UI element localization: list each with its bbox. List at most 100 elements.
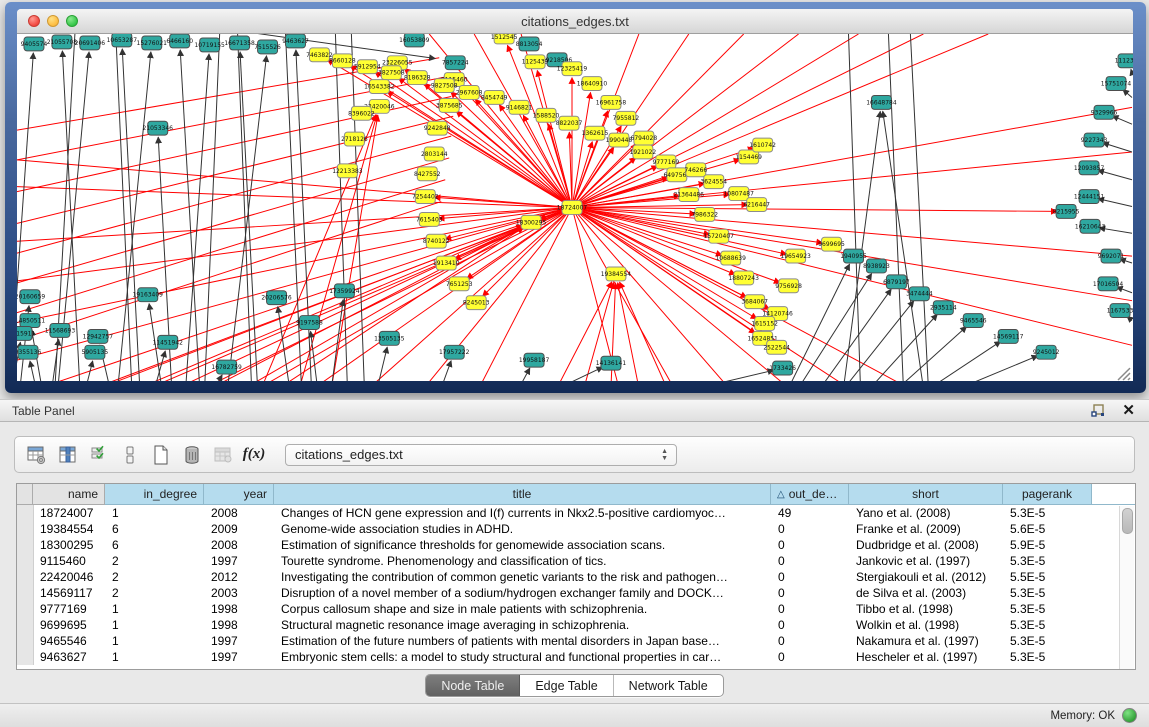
table-cell[interactable]: 2 (106, 554, 205, 568)
graph-node[interactable]: 16053809 (399, 34, 430, 47)
table-cell[interactable]: Estimation of the future numbers of pati… (275, 634, 772, 648)
table-row[interactable]: 1872400712008Changes of HCN gene express… (17, 505, 1135, 521)
graph-node[interactable]: 6879197 (883, 275, 910, 289)
graph-node[interactable]: 11568693 (45, 323, 76, 337)
table-cell[interactable]: 1 (106, 634, 205, 648)
table-cell[interactable]: 5.3E-5 (1004, 554, 1093, 568)
graph-node[interactable]: 10653287 (107, 34, 138, 47)
graph-node[interactable]: 16648784 (866, 95, 897, 109)
graph-node[interactable]: 3827508 (378, 66, 405, 80)
table-cell[interactable]: 49 (772, 506, 850, 520)
table-cell[interactable]: 5.3E-5 (1004, 586, 1093, 600)
table-cell[interactable]: Corpus callosum shape and size in male p… (275, 602, 772, 616)
table-cell[interactable]: 6 (106, 538, 205, 552)
graph-node[interactable]: 9227343 (1081, 133, 1108, 147)
graph-node[interactable]: 8245013 (463, 296, 490, 310)
rows-icon[interactable] (120, 445, 140, 465)
table-row[interactable]: 946362711997Embryonic stem cells: a mode… (17, 649, 1135, 665)
graph-node[interactable]: 5905135 (82, 345, 109, 359)
table-cell[interactable]: Investigating the contribution of common… (275, 570, 772, 584)
graph-node[interactable]: 5912954 (354, 60, 381, 74)
table-cell[interactable]: 19384554 (34, 522, 106, 536)
table-cell[interactable]: 0 (772, 618, 850, 632)
table-cell[interactable]: 1 (106, 618, 205, 632)
table-cell[interactable]: 1998 (205, 602, 275, 616)
graph-node[interactable]: 2718126 (341, 132, 368, 146)
graph-node[interactable]: 16210643 (1075, 219, 1106, 233)
import-table-icon[interactable] (213, 445, 233, 465)
graph-node[interactable]: 9777169 (653, 155, 680, 169)
minimize-window-icon[interactable] (47, 15, 59, 27)
table-cell[interactable]: 0 (772, 634, 850, 648)
table-cell[interactable]: 2008 (205, 506, 275, 520)
table-cell[interactable]: 1997 (205, 634, 275, 648)
graph-node[interactable]: 2935114 (930, 301, 957, 315)
table-cell[interactable]: 2003 (205, 586, 275, 600)
table-cell[interactable]: 5.3E-5 (1004, 634, 1093, 648)
table-cell[interactable]: 2 (106, 570, 205, 584)
graph-node[interactable]: 7986322 (691, 208, 718, 222)
graph-node[interactable]: 8813054 (516, 37, 543, 51)
tab-node-table[interactable]: Node Table (426, 675, 520, 696)
table-row[interactable]: 977716911998Corpus callosum shape and si… (17, 601, 1135, 617)
graph-node[interactable]: 9692071 (1098, 249, 1125, 263)
graph-node[interactable]: 12444151 (1074, 190, 1105, 204)
table-cell[interactable]: 0 (772, 554, 850, 568)
table-cell[interactable]: 18300295 (34, 538, 106, 552)
table-cell[interactable]: 9699695 (34, 618, 106, 632)
table-row[interactable]: 946554611997Estimation of the future num… (17, 633, 1135, 649)
table-cell[interactable]: Estimation of significance thresholds fo… (275, 538, 772, 552)
graph-node[interactable]: 2522544 (763, 340, 790, 354)
graph-node[interactable]: 15751074 (1101, 77, 1132, 91)
table-settings-icon[interactable] (27, 445, 47, 465)
table-cell[interactable]: 6 (106, 522, 205, 536)
graph-node[interactable]: 19654923 (780, 249, 811, 263)
graph-node[interactable]: 746266 (684, 163, 707, 177)
graph-node[interactable]: 3624554 (700, 175, 727, 189)
table-cell[interactable]: 2 (106, 586, 205, 600)
graph-node[interactable]: 17016504 (1093, 277, 1124, 291)
graph-node[interactable]: 9329966 (1091, 105, 1118, 119)
graph-node[interactable]: 1362615 (582, 126, 609, 140)
table-cell[interactable]: Hescheler et al. (1997) (850, 650, 1004, 664)
graph-node[interactable]: 9197588 (296, 316, 323, 330)
graph-node[interactable]: 1610742 (749, 138, 776, 152)
graph-node[interactable]: 9699695 (818, 237, 845, 251)
graph-node[interactable]: 9827508 (431, 79, 458, 93)
graph-node[interactable]: 3684067 (741, 295, 768, 309)
table-cell[interactable]: de Silva et al. (2003) (850, 586, 1004, 600)
graph-node[interactable]: 9463627 (282, 34, 309, 48)
column-header-out_de[interactable]: △out_de… (771, 484, 849, 505)
table-cell[interactable]: 0 (772, 538, 850, 552)
resize-grip-icon[interactable] (1118, 368, 1130, 380)
graph-node[interactable]: 7651253 (446, 277, 473, 291)
graph-node[interactable]: 9245012 (1033, 345, 1060, 359)
table-cell[interactable]: 9465546 (34, 634, 106, 648)
graph-node[interactable]: 14569117 (993, 329, 1024, 343)
table-cell[interactable]: Embryonic stem cells: a model to study s… (275, 650, 772, 664)
table-cell[interactable]: 9115460 (34, 554, 106, 568)
table-row[interactable]: 911546021997Tourette syndrome. Phenomeno… (17, 553, 1135, 569)
graph-node[interactable]: 9355136 (17, 345, 41, 359)
graph-node[interactable]: 10688639 (716, 251, 747, 265)
table-row[interactable]: 2242004622012Investigating the contribut… (17, 569, 1135, 585)
graph-node[interactable]: 8186328 (404, 71, 431, 85)
graph-node[interactable]: 7515526 (254, 40, 281, 54)
graph-node[interactable]: 9405574 (21, 37, 48, 51)
table-row[interactable]: 969969511998Structural magnetic resonanc… (17, 617, 1135, 633)
graph-node[interactable]: 7857224 (442, 56, 469, 70)
table-cell[interactable]: 1997 (205, 650, 275, 664)
graph-node[interactable]: 20691406 (75, 36, 106, 50)
table-cell[interactable]: Jankovic et al. (1997) (850, 554, 1004, 568)
delete-table-icon[interactable] (182, 445, 202, 465)
network-table-selector[interactable]: citations_edges.txt ▲▼ (285, 444, 677, 466)
graph-node[interactable]: 15276021 (137, 36, 168, 50)
graph-node[interactable]: 8454749 (481, 91, 508, 105)
table-cell[interactable]: 5.3E-5 (1004, 602, 1093, 616)
graph-node[interactable]: 7955812 (613, 111, 640, 125)
table-cell[interactable]: 18724007 (34, 506, 106, 520)
network-graph[interactable]: 9405574210557082069140610653287152760216… (17, 34, 1133, 381)
table-cell[interactable]: 9777169 (34, 602, 106, 616)
table-cell[interactable]: Tourette syndrome. Phenomenology and cla… (275, 554, 772, 568)
column-header-short[interactable]: short (849, 484, 1003, 505)
